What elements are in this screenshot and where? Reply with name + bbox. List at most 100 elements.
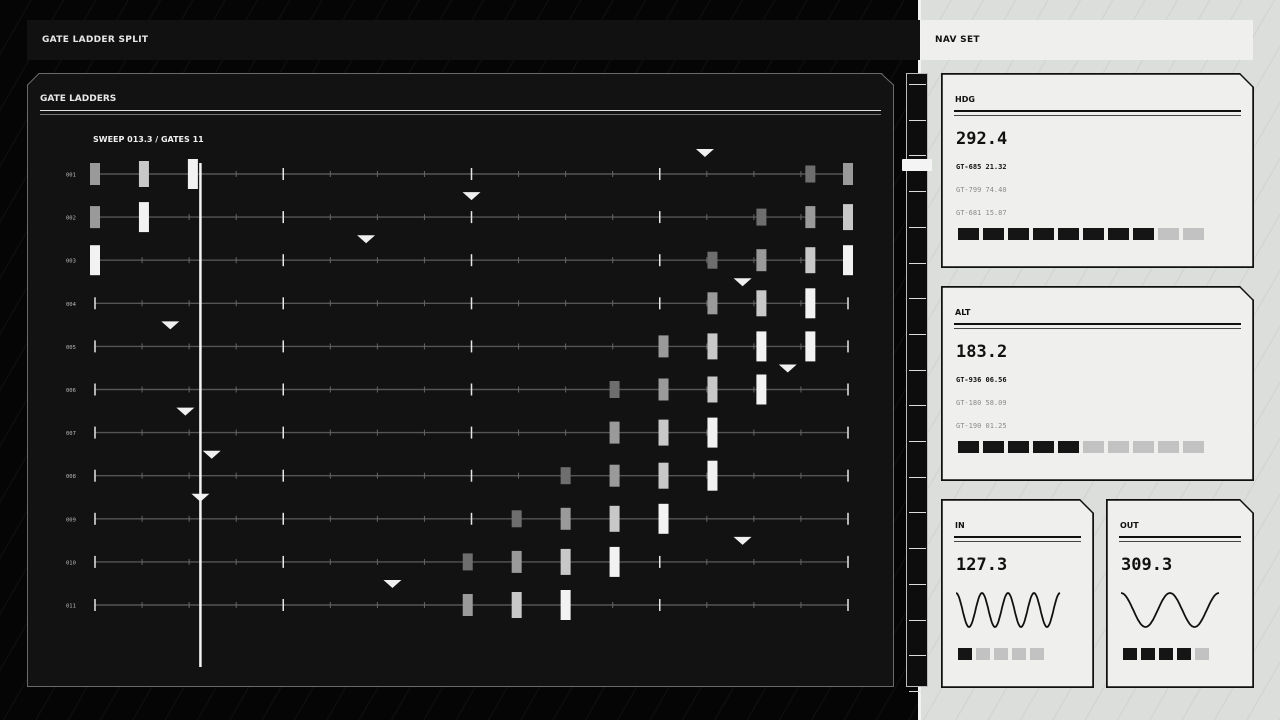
segment [1008, 441, 1029, 453]
gate-block [560, 507, 571, 530]
row-label: 008 [66, 474, 76, 480]
scrollbar-notch [909, 226, 926, 228]
gate-block [609, 464, 620, 487]
gate-block [560, 467, 571, 485]
gate-marker [176, 407, 195, 416]
alt-title: ALT [955, 308, 971, 317]
gate-block [707, 376, 718, 403]
scrollbar-notch [909, 298, 926, 300]
scrollbar-notch [909, 548, 926, 550]
gate-marker [462, 192, 481, 201]
gate-block [658, 503, 669, 534]
segment [1083, 228, 1104, 240]
segment [1158, 228, 1179, 240]
gate-block [609, 421, 620, 444]
segment [994, 648, 1008, 660]
row-label: 005 [66, 345, 76, 351]
hdg-rule [954, 110, 1241, 112]
in-rule [954, 536, 1081, 538]
alt-line-3: GT-190 01.25 [956, 422, 1007, 430]
scrollbar-notch [909, 119, 926, 121]
hdg-title: HDG [955, 95, 975, 104]
scrollbar-notch [909, 441, 926, 442]
gate-ladder-plot[interactable]: 001 002 003 004 005 006 007 008 009 010 011 [0, 0, 900, 700]
gate-marker [357, 235, 376, 244]
segment [1058, 441, 1079, 453]
row-label: 003 [66, 259, 76, 265]
gate-block [462, 594, 473, 616]
row-label: 009 [66, 517, 76, 523]
scrollbar-notch [909, 405, 926, 407]
segment [1183, 228, 1204, 240]
nav-header: NAV SET [921, 20, 1253, 60]
gate-marker [778, 364, 797, 373]
in-waveform-icon [956, 592, 1061, 628]
segment [1141, 648, 1155, 660]
gate-block [90, 206, 100, 229]
gate-marker [695, 149, 714, 157]
segment [1108, 441, 1129, 453]
gate-marker [202, 450, 221, 459]
gate-block [90, 245, 100, 276]
in-segment-bar [958, 648, 1044, 660]
nav-title: NAV SET [935, 35, 980, 45]
out-title: OUT [1120, 521, 1139, 530]
gate-block [609, 546, 620, 577]
gate-block [560, 590, 571, 620]
gate-block [658, 335, 669, 358]
segment [1033, 228, 1054, 240]
gate-block [805, 165, 816, 183]
segment [1159, 648, 1173, 660]
scrollbar-notch [909, 262, 926, 264]
scrollbar-notch [909, 476, 926, 478]
gate-block [805, 331, 816, 362]
gate-block [511, 550, 522, 573]
segment [1012, 648, 1026, 660]
gate-block [560, 548, 571, 575]
gate-block [187, 159, 198, 189]
in-value: 127.3 [956, 555, 1008, 575]
hdg-line-1: GT-685 21.32 [956, 163, 1007, 171]
segment [1177, 648, 1191, 660]
segment [1108, 228, 1129, 240]
gate-block [756, 290, 767, 317]
gate-block [138, 161, 149, 187]
gate-block [707, 292, 718, 315]
segment [1083, 441, 1104, 453]
scrollbar-thumb[interactable] [902, 159, 932, 171]
gate-marker [733, 536, 752, 545]
segment [958, 648, 972, 660]
out-value: 309.3 [1121, 555, 1173, 575]
out-rule-secondary [1119, 541, 1241, 542]
gate-marker [383, 580, 402, 588]
row-label: 002 [66, 216, 76, 222]
gate-block [609, 505, 620, 532]
alt-rule-secondary [954, 328, 1241, 329]
row-label: 010 [66, 560, 76, 566]
segment [1133, 441, 1154, 453]
gate-block [707, 460, 718, 491]
segment [1133, 228, 1154, 240]
out-rule [1119, 536, 1241, 538]
segment [1030, 648, 1044, 660]
gate-block [756, 374, 767, 405]
row-label: 001 [66, 173, 76, 179]
gate-block [707, 333, 718, 360]
out-waveform-icon [1121, 592, 1220, 628]
gate-block [138, 202, 149, 233]
in-title: IN [955, 521, 965, 530]
gate-block [658, 378, 669, 401]
segment [976, 648, 990, 660]
segment [1195, 648, 1209, 660]
row-label: 006 [66, 388, 76, 394]
segment [1123, 648, 1137, 660]
gate-block [658, 419, 669, 446]
segment [958, 441, 979, 453]
gate-marker [733, 278, 752, 287]
scrollbar-notch [909, 655, 926, 657]
scrollbar-notch [909, 191, 926, 193]
hdg-line-3: GT-681 15.87 [956, 209, 1007, 217]
segment [1033, 441, 1054, 453]
row-label: 007 [66, 431, 76, 437]
alt-value: 183.2 [956, 342, 1008, 362]
